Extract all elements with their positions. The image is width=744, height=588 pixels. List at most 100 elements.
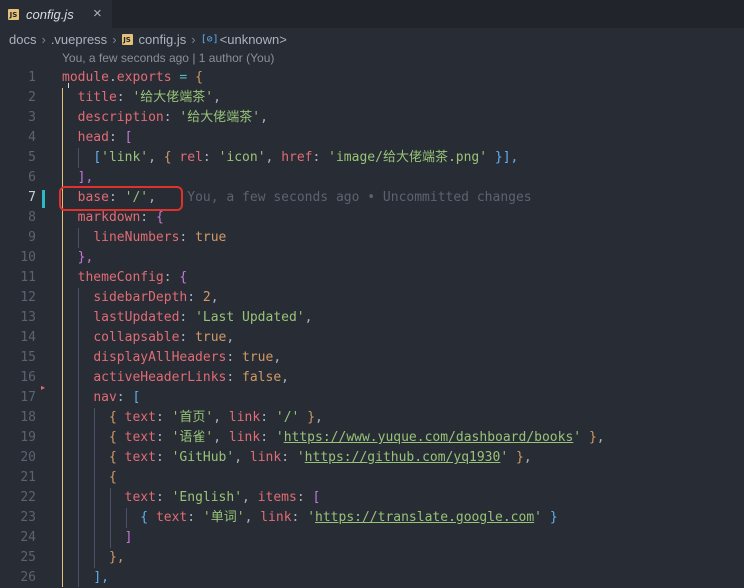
symbol-variable-icon: [⊘] bbox=[200, 33, 219, 45]
code-text: ['link', { rel: 'icon', href: 'image/给大佬… bbox=[93, 150, 519, 165]
token: . bbox=[108, 70, 117, 85]
close-icon[interactable]: × bbox=[93, 5, 102, 22]
code-line: 13 lastUpdated: 'Last Updated', bbox=[0, 308, 744, 328]
line-number: 5 bbox=[28, 150, 36, 165]
token: 'English' bbox=[171, 490, 243, 505]
code-text: module.exports = { bbox=[62, 68, 203, 88]
line-number: 22 bbox=[20, 490, 36, 505]
line-number: 13 bbox=[20, 310, 36, 325]
token: = bbox=[171, 70, 196, 85]
code-text: displayAllHeaders: true, bbox=[93, 350, 282, 365]
line-number: 4 bbox=[28, 130, 36, 145]
token: head bbox=[77, 130, 109, 145]
code-text: { text: 'GitHub', link: 'https://github.… bbox=[108, 450, 532, 465]
token: ], bbox=[77, 170, 94, 185]
token: link bbox=[228, 430, 261, 445]
token: '单词' bbox=[202, 510, 245, 525]
token: true bbox=[242, 350, 274, 365]
token: ' bbox=[307, 510, 316, 525]
code-text: { text: '单词', link: 'https://translate.g… bbox=[140, 510, 558, 525]
code-line: 24 ] bbox=[0, 528, 744, 548]
code-line: 6 ], bbox=[0, 168, 744, 188]
codelens-blame[interactable]: You, a few seconds ago | 1 author (You) bbox=[62, 51, 274, 65]
line-number: 23 bbox=[20, 510, 36, 525]
inline-blame: You, a few seconds ago • Uncommitted cha… bbox=[187, 190, 532, 205]
token: [ bbox=[312, 490, 321, 505]
token: ' bbox=[573, 430, 582, 445]
code-text: sidebarDepth: 2, bbox=[93, 290, 219, 305]
code-line: 14 collapsable: true, bbox=[0, 328, 744, 348]
token: { bbox=[195, 70, 203, 85]
breadcrumb-file[interactable]: config.js bbox=[139, 32, 187, 47]
token: href bbox=[281, 150, 313, 165]
code-line: 18 { text: '首页', link: '/' }, bbox=[0, 408, 744, 428]
line-number: 6 bbox=[28, 170, 36, 185]
code-text: title: '给大佬端茶', bbox=[77, 90, 221, 105]
code-line: 10 }, bbox=[0, 248, 744, 268]
line-number: 25 bbox=[20, 550, 36, 565]
code-line: 2 title: '给大佬端茶', bbox=[0, 88, 744, 108]
line-number: 8 bbox=[28, 210, 36, 225]
url-link[interactable]: https://www.yuque.com/dashboard/books bbox=[284, 430, 574, 445]
token: link bbox=[249, 450, 282, 465]
code-text: { text: '首页', link: '/' }, bbox=[108, 410, 323, 425]
line-number: 17 bbox=[20, 390, 36, 405]
code-text: ] bbox=[62, 528, 133, 548]
code-text: { text: '语雀', link: 'https://www.yuque.c… bbox=[108, 430, 605, 445]
line-number: 24 bbox=[20, 530, 36, 545]
breadcrumb-symbol[interactable]: <unknown> bbox=[220, 32, 287, 47]
line-number: 2 bbox=[28, 90, 36, 105]
token: title bbox=[77, 90, 117, 105]
token: exports bbox=[116, 70, 172, 85]
url-link[interactable]: https://github.com/yq1930 bbox=[305, 450, 501, 465]
line-number: 1 bbox=[28, 70, 36, 85]
token: text bbox=[124, 490, 156, 505]
token: items bbox=[257, 490, 297, 505]
token: collapsable bbox=[93, 330, 180, 345]
tab-config-js[interactable]: JS config.js × bbox=[0, 0, 112, 28]
js-file-icon: JS bbox=[121, 33, 133, 45]
token: nav bbox=[93, 390, 117, 405]
token: { bbox=[108, 470, 117, 485]
token: '/' bbox=[275, 410, 300, 425]
token: rel bbox=[179, 150, 203, 165]
tab-label: config.js bbox=[26, 6, 74, 22]
token: link bbox=[260, 510, 292, 525]
line-number: 21 bbox=[20, 470, 36, 485]
token: text bbox=[124, 450, 156, 465]
code-line: 12 sidebarDepth: 2, bbox=[0, 288, 744, 308]
code-text: ], bbox=[62, 568, 109, 588]
code-line: 19 { text: '语雀', link: 'https://www.yuqu… bbox=[0, 428, 744, 448]
tab-bar: JS config.js × bbox=[0, 0, 744, 28]
code-line: 17 nav: [ bbox=[0, 388, 744, 408]
line-number: 26 bbox=[20, 570, 36, 585]
token: displayAllHeaders bbox=[93, 350, 227, 365]
code-line: 25 }, bbox=[0, 548, 744, 568]
url-link[interactable]: https://translate.google.com bbox=[315, 510, 534, 525]
breadcrumb-docs[interactable]: docs bbox=[9, 32, 36, 47]
line-number: 3 bbox=[28, 110, 36, 125]
line-number: 11 bbox=[20, 270, 36, 285]
token: lastUpdated bbox=[93, 310, 180, 325]
line-number: 16 bbox=[20, 370, 36, 385]
code-line: 9 lineNumbers: true bbox=[0, 228, 744, 248]
line-number: 15 bbox=[20, 350, 36, 365]
token: activeHeaderLinks bbox=[93, 370, 227, 385]
code-text: markdown: { bbox=[77, 210, 164, 225]
line-number: 9 bbox=[28, 230, 36, 245]
token: }, bbox=[77, 250, 94, 265]
token: 'icon' bbox=[218, 150, 266, 165]
breadcrumb-vuepress[interactable]: .vuepress bbox=[51, 32, 107, 47]
token: '给大佬端茶' bbox=[179, 110, 261, 125]
token: [ bbox=[132, 390, 141, 405]
token: { bbox=[155, 210, 164, 225]
token: ' bbox=[275, 430, 284, 445]
token: text bbox=[124, 410, 156, 425]
line-number: 7 bbox=[28, 190, 36, 205]
token: { bbox=[163, 150, 172, 165]
code-line: 26 ], bbox=[0, 568, 744, 588]
token: '首页' bbox=[171, 410, 214, 425]
code-line: 23 { text: '单词', link: 'https://translat… bbox=[0, 508, 744, 528]
code-text: activeHeaderLinks: false, bbox=[93, 370, 289, 385]
token: { bbox=[179, 270, 188, 285]
